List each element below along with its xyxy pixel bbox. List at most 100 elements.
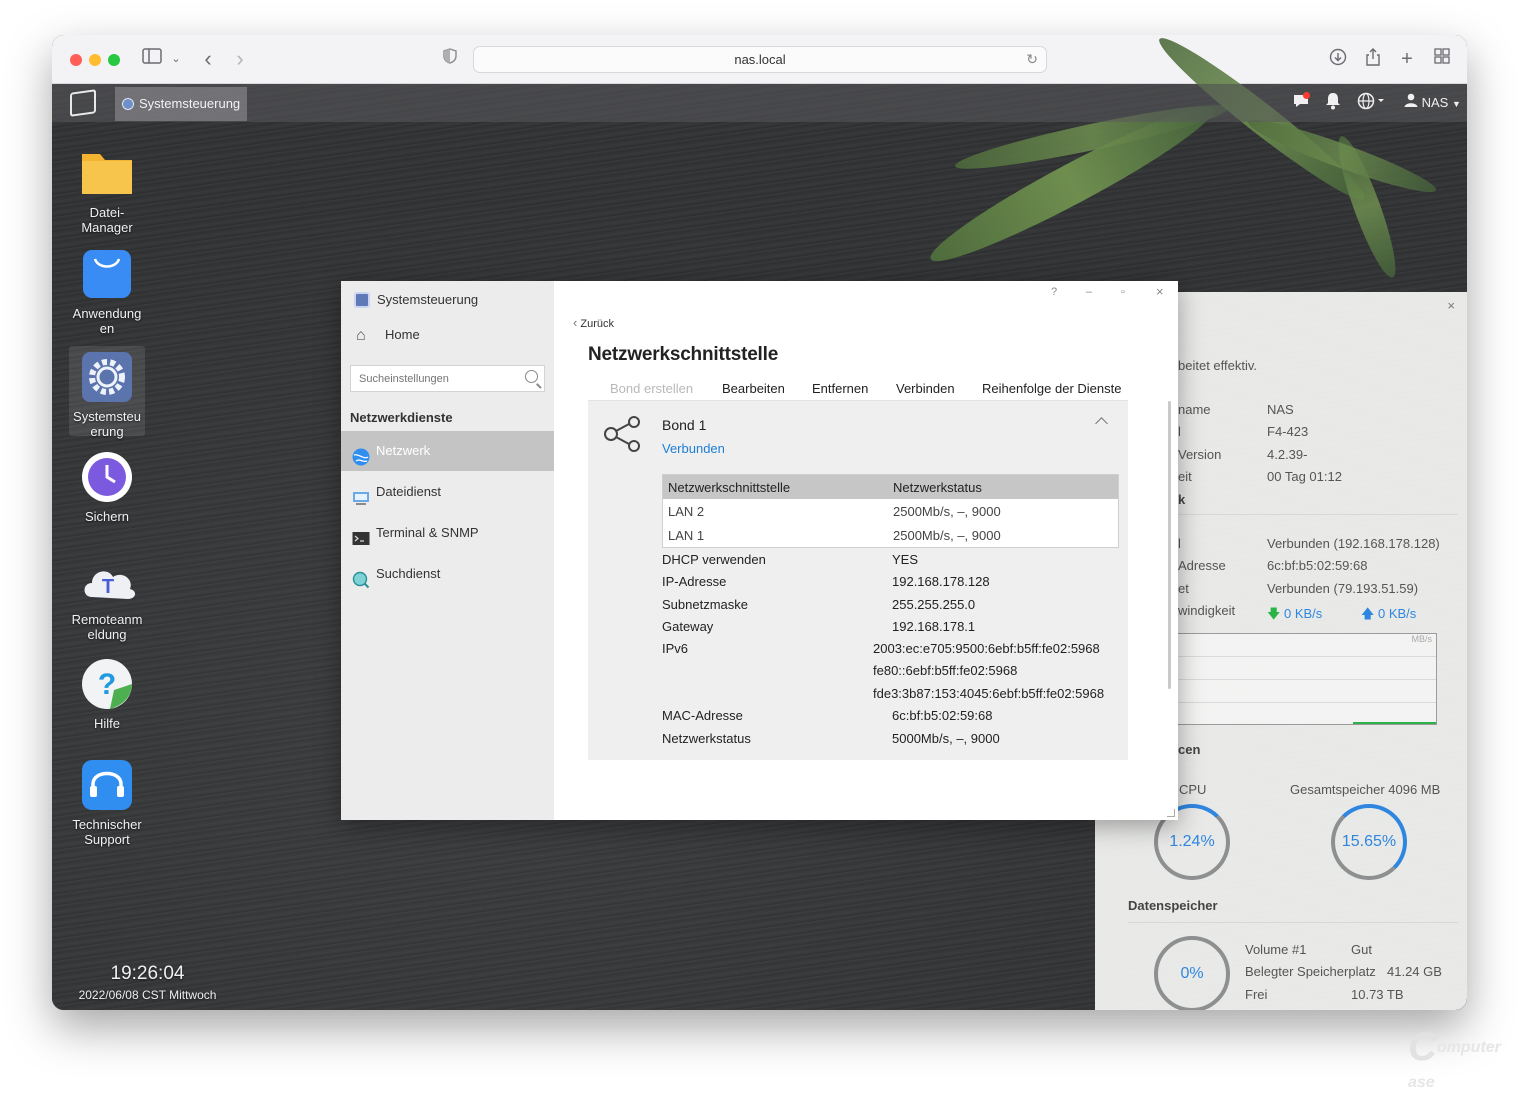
widget-system-value: NAS [1267, 402, 1294, 417]
edit-button[interactable]: Bearbeiten [722, 381, 785, 396]
sidebar-item-home[interactable]: ⌂ Home [356, 325, 420, 345]
back-icon[interactable]: ‹ [200, 48, 216, 70]
svg-text:T: T [102, 576, 114, 598]
widget-network-value: Verbunden (192.168.178.128) [1267, 536, 1440, 551]
download-icon[interactable] [1328, 48, 1348, 70]
share-icon[interactable] [1364, 48, 1382, 70]
chart-gridline [1178, 679, 1436, 680]
free-space-label: Frei [1245, 987, 1268, 1002]
widget-storage-heading: Datenspeicher [1128, 898, 1218, 913]
widget-network-key: Adresse [1178, 558, 1226, 573]
detail-value: fe80::6ebf:b5ff:fe02:5968 [873, 663, 1018, 678]
settings-search[interactable] [350, 365, 545, 392]
help-button[interactable]: ? [1051, 286, 1057, 298]
memory-gauge: 15.65% [1331, 804, 1407, 880]
forward-icon[interactable]: › [232, 48, 248, 70]
settings-search-input[interactable] [351, 366, 511, 391]
widget-system-key: Version [1178, 447, 1222, 462]
gear-icon [354, 292, 370, 308]
scrollbar[interactable] [1168, 401, 1171, 689]
volume-status: Gut [1351, 942, 1372, 957]
address-bar[interactable]: nas.local ↻ [473, 46, 1047, 73]
chevron-up-icon[interactable] [1095, 417, 1108, 430]
detail-value: YES [892, 552, 919, 567]
close-button[interactable]: × [1156, 284, 1164, 299]
sidebar-item-suchdienst[interactable]: Suchdienst [341, 554, 554, 594]
control-panel-content: ? – ▫ × ‹ Zurück Netzwerkschnittstelle B… [554, 281, 1178, 820]
detail-value: 2003:ec:e705:9500:6ebf:b5ff:fe02:5968 [873, 641, 1100, 656]
search-icon[interactable] [525, 370, 538, 383]
memory-gauge-value: 15.65% [1341, 833, 1397, 850]
globe-icon[interactable] [1357, 92, 1387, 117]
desktop-icon-label: Hilfe [93, 716, 120, 731]
user-menu[interactable]: NAS ▼ [1404, 92, 1461, 115]
desktop-icon-remote-login[interactable]: T Remoteanm eldung [69, 553, 145, 642]
close-window-button[interactable] [70, 54, 82, 66]
new-tab-icon[interactable]: + [1398, 48, 1416, 70]
file-service-icon [352, 483, 370, 505]
widget-system-key: eit [1178, 469, 1192, 484]
user-name: NAS [1421, 95, 1449, 110]
detail-value: 6c:bf:b5:02:59:68 [892, 708, 993, 723]
create-bond-button[interactable]: Bond erstellen [610, 381, 693, 396]
used-space-value: 41.24 GB [1387, 964, 1442, 979]
detail-key: IPv6 [662, 641, 689, 656]
chat-icon[interactable] [1292, 92, 1310, 117]
terminal-icon [352, 524, 370, 545]
shield-icon[interactable] [442, 48, 458, 70]
resize-handle[interactable] [1167, 809, 1175, 817]
widget-intro: beitet effektiv. [1178, 358, 1258, 373]
desktop-icon-support[interactable]: Technischer Support [69, 758, 145, 847]
bell-icon[interactable] [1325, 92, 1341, 117]
network-traffic-chart: MB/s [1177, 633, 1437, 725]
chart-unit: MB/s [1411, 634, 1432, 644]
sidebar-item-dateidienst[interactable]: Dateidienst [341, 472, 554, 512]
arrow-up-icon: 🡅 [1361, 606, 1375, 621]
desktop-icon-backup[interactable]: Sichern [69, 450, 145, 524]
sidebar-item-netzwerk[interactable]: Netzwerk [341, 431, 554, 471]
control-panel-window: Systemsteuerung ⌂ Home Netzwerkdienste N… [341, 281, 1178, 820]
network-share-icon [601, 414, 643, 454]
connect-button[interactable]: Verbinden [896, 381, 955, 396]
chevron-down-icon[interactable]: ⌄ [170, 48, 182, 70]
minimize-button[interactable]: – [1086, 286, 1092, 298]
tab-overview-icon[interactable] [1433, 48, 1451, 70]
table-row[interactable]: LAN 2 2500Mb/s, –, 9000 [663, 499, 1118, 523]
widget-network-value: 6c:bf:b5:02:59:68 [1267, 558, 1368, 573]
back-link[interactable]: ‹ Zurück [573, 315, 614, 330]
taskbar-app-systemsteuerung[interactable]: Systemsteuerung [115, 87, 247, 121]
cloud-icon: T [80, 553, 136, 607]
sidebar-section-title: Netzwerkdienste [350, 410, 453, 425]
sidebar-item-label: Netzwerk [376, 443, 431, 458]
remove-button[interactable]: Entfernen [812, 381, 868, 396]
desktop-icon-label: Technischer Support [72, 817, 142, 847]
reload-icon[interactable]: ↻ [1026, 51, 1038, 68]
desktop-icon-help[interactable]: ? Hilfe [69, 657, 145, 731]
desktop-icon-label: Systemsteu erung [73, 409, 141, 439]
service-order-button[interactable]: Reihenfolge der Dienste [982, 381, 1121, 396]
watermark: Computer ase [1408, 1025, 1501, 1091]
divider [1128, 922, 1458, 923]
table-header-cell: Netzwerkstatus [893, 480, 982, 495]
chart-gridline [1178, 656, 1436, 657]
minimize-window-button[interactable] [89, 54, 101, 66]
table-cell: LAN 1 [668, 528, 705, 543]
sidebar-item-label: Home [385, 327, 420, 342]
maximize-button[interactable]: ▫ [1121, 286, 1125, 298]
shopping-bag-icon [80, 247, 134, 301]
divider [1178, 514, 1458, 515]
desktop-icon-control-panel[interactable]: Systemsteu erung [69, 346, 145, 439]
svg-text:?: ? [98, 668, 116, 701]
detail-key: MAC-Adresse [662, 708, 743, 723]
desktop-icon-file-manager[interactable]: Datei- Manager [69, 146, 145, 235]
close-icon[interactable]: × [1447, 298, 1455, 313]
zoom-window-button[interactable] [108, 54, 120, 66]
table-row[interactable]: LAN 1 2500Mb/s, –, 9000 [663, 523, 1118, 547]
desktop-home-icon[interactable] [70, 89, 96, 117]
sidebar-icon[interactable] [142, 48, 162, 70]
cpu-label: CPU [1179, 782, 1207, 797]
desktop-icon-apps[interactable]: Anwendung en [69, 247, 145, 336]
table-cell: 2500Mb/s, –, 9000 [893, 528, 1001, 543]
browser-toolbar: ⌄ ‹ › nas.local ↻ + [52, 35, 1467, 84]
sidebar-item-terminal-snmp[interactable]: Terminal & SNMP [341, 513, 554, 553]
